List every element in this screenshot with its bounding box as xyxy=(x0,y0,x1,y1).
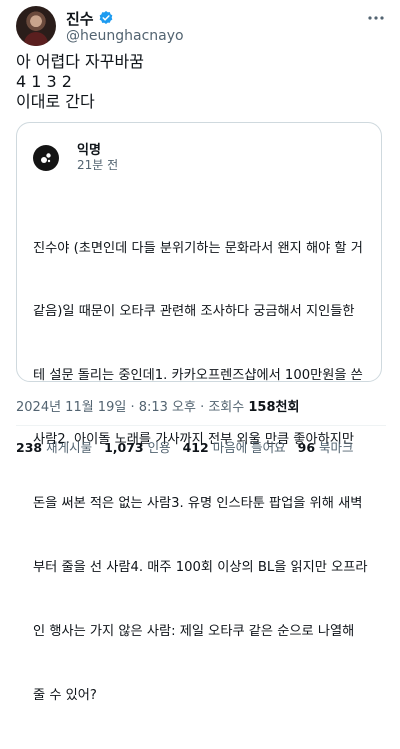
quoted-avatar-logo-icon xyxy=(41,153,51,163)
engagement-stats: 238 재게시물 1,073 인용 412 마음에 들어요 96 북마크 xyxy=(16,437,354,456)
bookmark-label[interactable]: 북마크 xyxy=(319,440,354,455)
quoted-author-avatar xyxy=(33,145,59,171)
retweet-count[interactable]: 238 xyxy=(16,440,42,455)
post-meta: 2024년 11월 19일 · 8:13 오후 · 조회수 158천회 xyxy=(16,396,299,415)
divider xyxy=(16,425,386,426)
author-avatar[interactable] xyxy=(16,6,56,46)
post-datetime[interactable]: 2024년 11월 19일 · 8:13 오후 · 조회수 xyxy=(16,400,248,415)
more-options-icon[interactable] xyxy=(366,10,386,26)
quoted-body-line: 진수야 (초면인데 다들 분위기하는 문화라서 왠지 해야 할 거 xyxy=(33,240,363,256)
tweet-line: 아 어렵다 자꾸바꿈 xyxy=(16,52,144,71)
quoted-body-line: 줄 수 있어? xyxy=(33,687,97,703)
quote-label[interactable]: 인용 xyxy=(148,440,171,455)
retweet-label[interactable]: 재게시물 xyxy=(46,440,92,455)
quoted-body-line: 테 설문 돌리는 중인데1. 카카오프렌즈샵에서 100만원을 쓴 xyxy=(33,368,363,384)
bookmark-count[interactable]: 96 xyxy=(298,440,315,455)
tweet-line: 이대로 간다 xyxy=(16,92,95,111)
verified-badge-icon xyxy=(99,11,112,24)
quoted-post-body: 진수야 (초면인데 다들 분위기하는 문화라서 왠지 해야 할 거 같음)일 때… xyxy=(33,195,368,749)
like-count[interactable]: 412 xyxy=(183,440,209,455)
tweet-text: 아 어렵다 자꾸바꿈 4 1 3 2 이대로 간다 xyxy=(16,52,386,112)
tweet-header: 진수 @heunghacnayo xyxy=(16,6,386,52)
quoted-post-card[interactable]: 익명 21분 전 진수야 (초면인데 다들 분위기하는 문화라서 왠지 해야 할… xyxy=(16,122,382,703)
quote-count[interactable]: 1,073 xyxy=(104,440,144,455)
quoted-body-line: 부터 줄을 선 사람4. 매주 100회 이상의 BL을 읽지만 오프라 xyxy=(33,560,368,576)
quoted-body-line: 인 행사는 가지 않은 사람: 제일 오타쿠 같은 순으로 나열해 xyxy=(33,623,355,639)
author-handle[interactable]: @heunghacnayo xyxy=(66,28,184,44)
view-count: 158천회 xyxy=(248,400,300,415)
like-label[interactable]: 마음에 들어요 xyxy=(213,440,286,455)
author-name-row: 진수 xyxy=(66,8,114,28)
tweet-line: 4 1 3 2 xyxy=(16,72,72,91)
author-name[interactable]: 진수 xyxy=(66,8,94,29)
quoted-body-line: 같음)일 때문이 오타쿠 관련해 조사하다 궁금해서 지인들한 xyxy=(33,304,355,320)
quoted-body-line: 돈을 써본 적은 없는 사람3. 유명 인스타툰 팝업을 위해 새벽 xyxy=(33,496,363,512)
quoted-post-time: 21분 전 xyxy=(77,158,119,172)
